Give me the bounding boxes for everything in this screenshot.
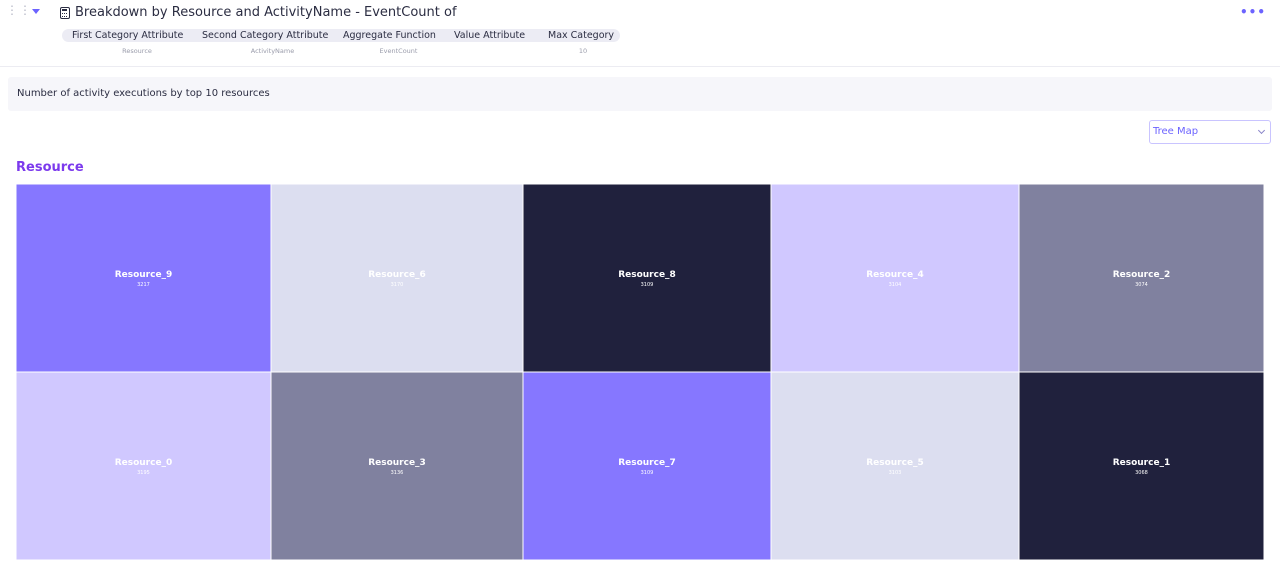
- treemap-cell-label: Resource_4: [866, 270, 924, 280]
- treemap-cell-value: 3217: [137, 282, 150, 288]
- treemap-cell-value: 3109: [641, 470, 654, 476]
- treemap-cell-label: Resource_3: [368, 458, 426, 468]
- treemap-cell[interactable]: Resource_4 3104: [770, 183, 1020, 373]
- treemap-cell[interactable]: Resource_5 3103: [770, 371, 1020, 561]
- treemap-cell[interactable]: Resource_8 3109: [522, 183, 772, 373]
- treemap-cell-value: 3195: [137, 470, 150, 476]
- treemap-cell[interactable]: Resource_9 3217: [15, 183, 272, 373]
- treemap-cell-value: 3103: [889, 470, 902, 476]
- treemap-cell-value: 3170: [391, 282, 404, 288]
- treemap-cell-label: Resource_2: [1113, 270, 1171, 280]
- treemap-chart: Resource_9 3217 Resource_6 3170 Resource_8 31…: [15, 183, 1265, 561]
- treemap-cell-value: 3136: [391, 470, 404, 476]
- treemap-cell-value: 3109: [641, 282, 654, 288]
- treemap-cell[interactable]: Resource_2 3074: [1018, 183, 1265, 373]
- treemap-cell-label: Resource_8: [618, 270, 676, 280]
- treemap-cell-label: Resource_0: [115, 458, 173, 468]
- treemap-cell[interactable]: Resource_0 3195: [15, 371, 272, 561]
- treemap-cell-label: Resource_9: [115, 270, 173, 280]
- treemap-cell[interactable]: Resource_1 3068: [1018, 371, 1265, 561]
- treemap-cell-value: 3068: [1135, 470, 1148, 476]
- treemap-cell-value: 3074: [1135, 282, 1148, 288]
- treemap-cell[interactable]: Resource_3 3136: [270, 371, 524, 561]
- treemap-cell-label: Resource_6: [368, 270, 426, 280]
- treemap-cell-value: 3104: [889, 282, 902, 288]
- treemap-cell-label: Resource_1: [1113, 458, 1171, 468]
- treemap-cell-label: Resource_7: [618, 458, 676, 468]
- treemap-cell[interactable]: Resource_7 3109: [522, 371, 772, 561]
- treemap-cell[interactable]: Resource_6 3170: [270, 183, 524, 373]
- treemap-cell-label: Resource_5: [866, 458, 924, 468]
